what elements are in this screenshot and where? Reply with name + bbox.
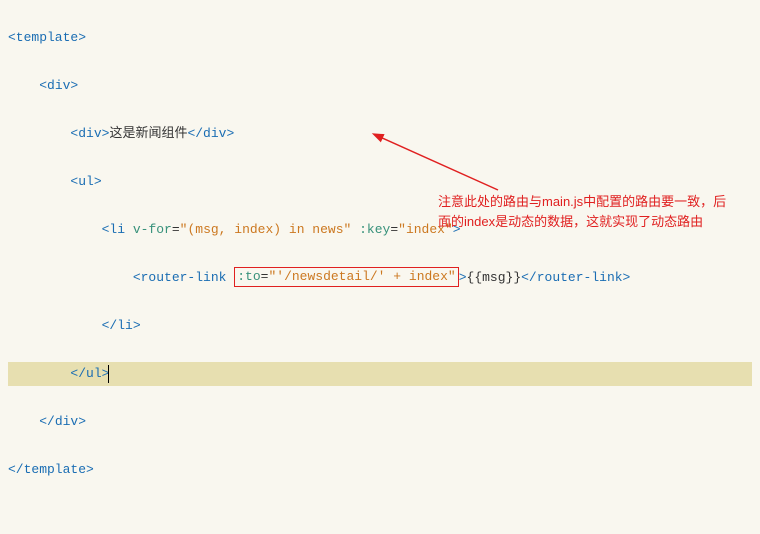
eq: = — [390, 222, 398, 237]
eq: = — [172, 222, 180, 237]
tag: </template> — [8, 462, 94, 477]
code-line: <router-link :to="'/newsdetail/' + index… — [8, 266, 752, 290]
tag: <router-link — [133, 270, 234, 285]
code-editor: <template> <div> <div>这是新闻组件</div> <ul> … — [0, 0, 760, 534]
highlighted-attribute: :to="'/newsdetail/' + index" — [234, 267, 458, 287]
code-line: <ul> — [8, 170, 752, 194]
tag: <div> — [70, 126, 109, 141]
code-line — [8, 506, 752, 530]
attr: v-for — [133, 222, 172, 237]
cursor-line: </ul> — [8, 362, 752, 386]
tag: <div> — [39, 78, 78, 93]
tag: </ul> — [70, 366, 109, 381]
code-line: </div> — [8, 410, 752, 434]
tag: > — [459, 270, 467, 285]
text: 这是新闻组件 — [109, 126, 187, 141]
string: "(msg, index) in news" — [180, 222, 352, 237]
binding: {{msg}} — [467, 270, 522, 285]
code-line: <template> — [8, 26, 752, 50]
tag: </div> — [39, 414, 86, 429]
attr: :to — [237, 269, 260, 284]
attr: :key — [359, 222, 390, 237]
tag: </router-link> — [521, 270, 630, 285]
tag: <template> — [8, 30, 86, 45]
code-line: <div>这是新闻组件</div> — [8, 122, 752, 146]
tag: </div> — [187, 126, 234, 141]
tag: </li> — [102, 318, 141, 333]
code-line: </li> — [8, 314, 752, 338]
code-line: </template> — [8, 458, 752, 482]
text-cursor — [108, 365, 109, 383]
tag: <li — [102, 222, 133, 237]
annotation-text: 注意此处的路由与main.js中配置的路由要一致，后面的index是动态的数据，… — [438, 192, 738, 232]
tag: <ul> — [70, 174, 101, 189]
code-line: <div> — [8, 74, 752, 98]
string: "'/newsdetail/' + index" — [268, 269, 455, 284]
